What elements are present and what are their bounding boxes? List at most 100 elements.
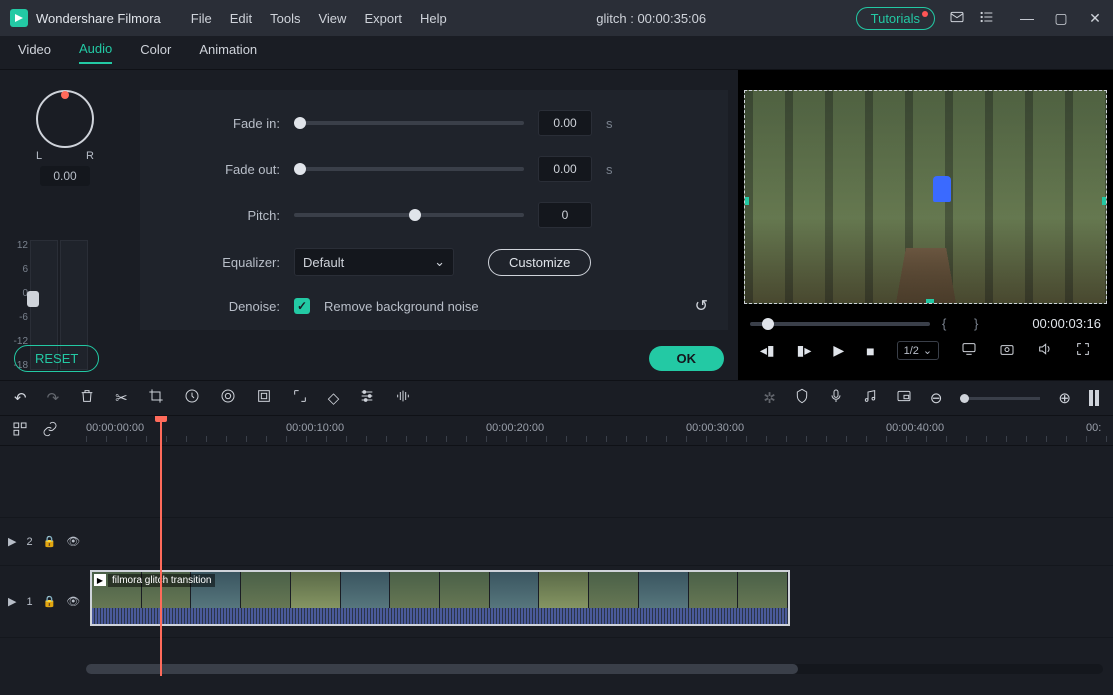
delete-icon[interactable]: [79, 388, 95, 408]
timeline-scrollbar[interactable]: [86, 664, 1103, 674]
audio-panel: LR 0.00 12 6 0 -6 -12 -18 Fade in: s: [0, 70, 738, 380]
pitch-slider[interactable]: [294, 213, 524, 217]
fullscreen-icon[interactable]: [1075, 341, 1091, 360]
mixer-icon[interactable]: [862, 388, 878, 408]
render-icon[interactable]: ✲: [763, 389, 776, 407]
menu-help[interactable]: Help: [420, 11, 447, 26]
titlebar: Wondershare Filmora File Edit Tools View…: [0, 0, 1113, 36]
zoom-out-icon[interactable]: ⊖: [930, 389, 943, 407]
menu-view[interactable]: View: [318, 11, 346, 26]
tab-audio[interactable]: Audio: [79, 41, 112, 64]
denoise-check-label: Remove background noise: [324, 299, 479, 314]
crop-icon[interactable]: [148, 388, 164, 408]
redo-icon[interactable]: ↷: [47, 389, 60, 407]
clip-play-icon: ▶: [94, 574, 106, 586]
menu-edit[interactable]: Edit: [230, 11, 252, 26]
split-icon[interactable]: ✂: [115, 389, 128, 407]
close-button[interactable]: ✕: [1087, 10, 1103, 27]
pan-left-label: L: [36, 150, 42, 162]
keyframe-icon[interactable]: ◇: [328, 389, 340, 407]
tab-video[interactable]: Video: [18, 42, 51, 63]
time-ruler[interactable]: 00:00:00:00 00:00:10:00 00:00:20:00 00:0…: [86, 416, 1113, 446]
panel-tabs: Video Audio Color Animation: [0, 36, 1113, 70]
eye-icon[interactable]: 👁: [66, 595, 80, 608]
eye-icon[interactable]: 👁: [66, 535, 80, 548]
green-screen-icon[interactable]: [256, 388, 272, 408]
display-icon[interactable]: [961, 341, 977, 360]
preview-scrubber[interactable]: [750, 322, 930, 326]
lock-icon[interactable]: 🔒: [43, 595, 57, 608]
pitch-value[interactable]: [538, 202, 592, 228]
ok-button[interactable]: OK: [649, 346, 725, 371]
fade-in-slider[interactable]: [294, 121, 524, 125]
fade-out-value[interactable]: [538, 156, 592, 182]
tutorials-button[interactable]: Tutorials: [856, 7, 935, 30]
preview-viewport[interactable]: [744, 90, 1107, 304]
prev-frame-button[interactable]: ◂▮: [760, 342, 775, 359]
reset-button[interactable]: RESET: [14, 345, 99, 372]
tab-color[interactable]: Color: [140, 42, 171, 63]
fade-in-label: Fade in:: [160, 116, 280, 131]
main-menu: File Edit Tools View Export Help: [191, 11, 447, 26]
list-icon[interactable]: [979, 9, 995, 28]
color-icon[interactable]: [220, 388, 236, 408]
zoom-in-icon[interactable]: ⊕: [1058, 389, 1071, 407]
play-button[interactable]: ▶: [833, 342, 844, 359]
pan-value: 0.00: [40, 166, 90, 186]
denoise-checkbox[interactable]: ✓: [294, 298, 310, 314]
equalizer-select[interactable]: Default⌄: [294, 248, 454, 276]
track-manage-icon[interactable]: [12, 421, 28, 440]
volume-icon[interactable]: [1037, 341, 1053, 360]
speed-icon[interactable]: [184, 388, 200, 408]
expand-icon[interactable]: [292, 388, 308, 408]
app-name: Wondershare Filmora: [36, 11, 161, 26]
pitch-label: Pitch:: [160, 208, 280, 223]
marker-icon[interactable]: [794, 388, 810, 408]
video-clip[interactable]: ▶ filmora glitch transition: [90, 570, 790, 626]
zoom-slider[interactable]: [960, 397, 1040, 400]
range-brackets[interactable]: { }: [942, 316, 990, 331]
menu-export[interactable]: Export: [364, 11, 402, 26]
chevron-down-icon: ⌄: [434, 254, 445, 270]
track-video-icon: ▶: [8, 535, 16, 548]
audio-form: Fade in: s Fade out: s Pitch: Equalizer:…: [140, 90, 728, 330]
undo-icon[interactable]: ↶: [14, 389, 27, 407]
adjust-icon[interactable]: [359, 388, 375, 408]
denoise-label: Denoise:: [160, 299, 280, 314]
menu-file[interactable]: File: [191, 11, 212, 26]
stop-button[interactable]: ■: [866, 343, 874, 359]
tab-animation[interactable]: Animation: [199, 42, 257, 63]
audio-wave-icon[interactable]: [395, 388, 411, 408]
customize-button[interactable]: Customize: [488, 249, 591, 276]
mail-icon[interactable]: [949, 9, 965, 28]
next-frame-button[interactable]: ▮▸: [797, 342, 812, 359]
pip-icon[interactable]: [896, 388, 912, 408]
preview-panel: { } 00:00:03:16 ◂▮ ▮▸ ▶ ■ 1/2⌄: [738, 70, 1113, 380]
track-video-icon: ▶: [8, 595, 16, 608]
maximize-button[interactable]: ▢: [1053, 10, 1069, 27]
pan-knob[interactable]: [36, 90, 94, 148]
denoise-reset-icon[interactable]: ↺: [695, 296, 708, 316]
menu-tools[interactable]: Tools: [270, 11, 300, 26]
timeline-toolbar: ↶ ↷ ✂ ◇ ✲ ⊖ ⊕: [0, 380, 1113, 416]
track-overlay[interactable]: [0, 446, 1113, 518]
fade-out-label: Fade out:: [160, 162, 280, 177]
link-icon[interactable]: [42, 421, 58, 440]
preview-time: 00:00:03:16: [1032, 316, 1101, 331]
app-logo: [10, 9, 28, 27]
project-title: glitch : 00:00:35:06: [447, 11, 856, 26]
speed-select[interactable]: 1/2⌄: [897, 341, 940, 360]
fade-out-slider[interactable]: [294, 167, 524, 171]
zoom-fit-icon[interactable]: [1089, 390, 1099, 406]
track-video-1[interactable]: ▶1 🔒 👁 ▶ filmora glitch transition: [0, 566, 1113, 638]
lock-icon[interactable]: 🔒: [43, 535, 57, 548]
voiceover-icon[interactable]: [828, 388, 844, 408]
playhead[interactable]: [160, 416, 162, 676]
fade-in-value[interactable]: [538, 110, 592, 136]
track-video-2[interactable]: ▶2 🔒 👁: [0, 518, 1113, 566]
timeline: 00:00:00:00 00:00:10:00 00:00:20:00 00:0…: [0, 416, 1113, 676]
pan-right-label: R: [86, 150, 94, 162]
minimize-button[interactable]: —: [1019, 10, 1035, 27]
equalizer-label: Equalizer:: [160, 255, 280, 270]
snapshot-icon[interactable]: [999, 341, 1015, 360]
